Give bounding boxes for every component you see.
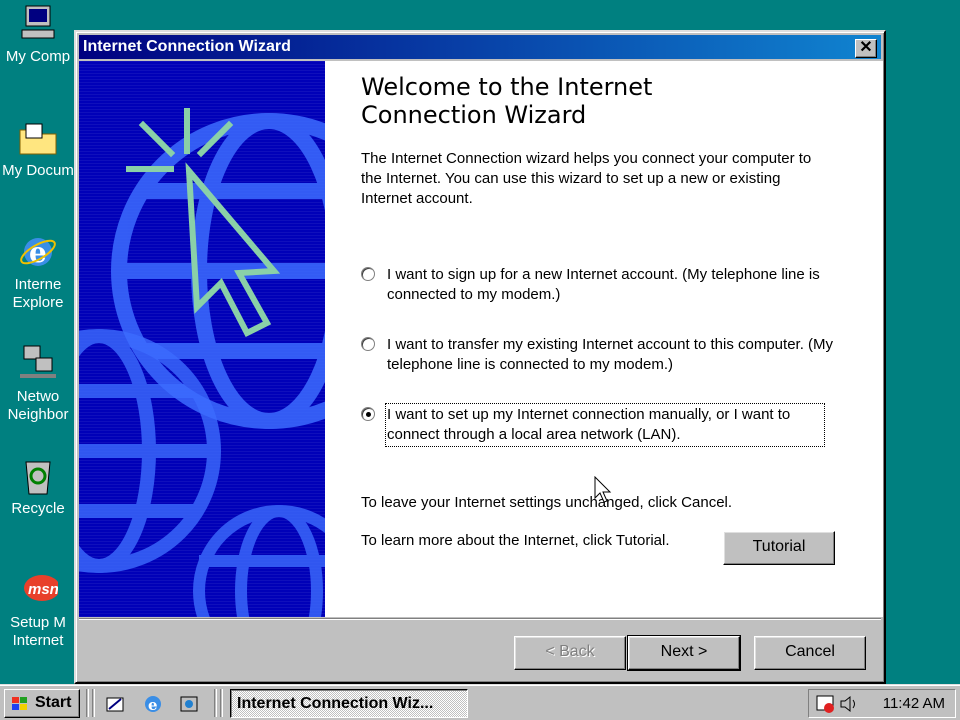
cancel-button[interactable]: Cancel xyxy=(754,636,866,670)
wizard-banner-image xyxy=(79,61,325,617)
tutorial-button[interactable]: Tutorial xyxy=(723,531,835,565)
option-label: I want to transfer my existing Internet … xyxy=(387,336,834,373)
globe-cursor-icon xyxy=(79,108,325,617)
svg-text:msn: msn xyxy=(28,581,58,598)
internet-explorer-quicklaunch-icon[interactable]: e xyxy=(142,693,164,715)
taskbar: Start e Internet Connection Wiz... 11:42… xyxy=(0,684,960,720)
radio-manual[interactable] xyxy=(361,407,375,421)
desktop-icon-msn[interactable]: msn Setup M Internet xyxy=(0,570,76,650)
desktop-icon-label: Interne Explore xyxy=(12,276,64,311)
page-title: Welcome to the Internet Connection Wizar… xyxy=(361,73,653,129)
wizard-content: Welcome to the Internet Connection Wizar… xyxy=(79,61,883,617)
option-transfer[interactable]: I want to transfer my existing Internet … xyxy=(361,335,841,375)
desktop-icon-internet-explorer[interactable]: e Interne Explore xyxy=(0,232,76,312)
radio-sign-up[interactable] xyxy=(361,267,375,281)
cancel-note: To leave your Internet settings unchange… xyxy=(361,494,733,511)
system-tray: 11:42 AM xyxy=(808,689,956,718)
svg-text:e: e xyxy=(148,696,158,714)
msn-icon: msn xyxy=(18,570,60,610)
next-button[interactable]: Next > xyxy=(627,635,741,671)
start-label: Start xyxy=(35,694,72,711)
taskbar-divider xyxy=(86,689,89,717)
option-label: I want to sign up for a new Internet acc… xyxy=(387,266,820,303)
desktop-icon-label: Setup M Internet xyxy=(10,614,66,649)
close-icon: ✕ xyxy=(859,39,873,56)
recycle-bin-icon xyxy=(18,456,58,496)
desktop-icon-label: My Docum xyxy=(2,162,74,179)
taskbar-divider xyxy=(92,689,95,717)
desktop-icon-recycle-bin[interactable]: Recycle xyxy=(0,456,76,518)
option-sign-up[interactable]: I want to sign up for a new Internet acc… xyxy=(361,265,841,305)
wizard-window: Internet Connection Wizard ✕ Welcome to … xyxy=(74,30,886,684)
tutorial-note: To learn more about the Internet, click … xyxy=(361,532,670,549)
desktop-icon-my-documents[interactable]: My Docum xyxy=(0,118,76,180)
clock[interactable]: 11:42 AM xyxy=(883,695,945,712)
title-bar[interactable]: Internet Connection Wizard ✕ xyxy=(79,35,881,59)
mouse-cursor-icon xyxy=(594,476,612,503)
my-computer-icon xyxy=(18,4,58,44)
wizard-main-panel: Welcome to the Internet Connection Wizar… xyxy=(361,73,861,209)
start-button[interactable]: Start xyxy=(4,689,80,718)
taskbar-divider xyxy=(214,689,217,717)
desktop-icon-label: Recycle xyxy=(11,500,65,517)
show-desktop-icon[interactable] xyxy=(104,693,126,715)
windows-logo-icon xyxy=(12,697,27,710)
volume-icon[interactable] xyxy=(839,694,859,714)
option-label: I want to set up my Internet connection … xyxy=(385,403,825,447)
button-separator xyxy=(79,618,881,620)
intro-text: The Internet Connection wizard helps you… xyxy=(361,150,812,207)
radio-transfer[interactable] xyxy=(361,337,375,351)
close-button[interactable]: ✕ xyxy=(855,39,877,58)
window-title: Internet Connection Wizard xyxy=(83,38,291,55)
taskbar-divider xyxy=(220,689,223,717)
back-button[interactable]: < Back xyxy=(514,636,626,670)
desktop-icon-my-computer[interactable]: My Comp xyxy=(0,4,76,66)
task-internet-connection-wizard[interactable]: Internet Connection Wiz... xyxy=(230,689,468,718)
network-neighborhood-icon xyxy=(18,344,58,384)
internet-explorer-icon: e xyxy=(18,232,58,272)
option-manual[interactable]: I want to set up my Internet connection … xyxy=(361,403,841,447)
channels-quicklaunch-icon[interactable] xyxy=(178,693,200,715)
desktop-icon-label: Netwo Neighbor xyxy=(7,388,69,423)
desktop-icon-label: My Comp xyxy=(5,48,71,65)
my-documents-icon xyxy=(18,118,58,158)
desktop-icon-network[interactable]: Netwo Neighbor xyxy=(0,344,76,424)
scheduler-icon[interactable] xyxy=(815,694,835,714)
